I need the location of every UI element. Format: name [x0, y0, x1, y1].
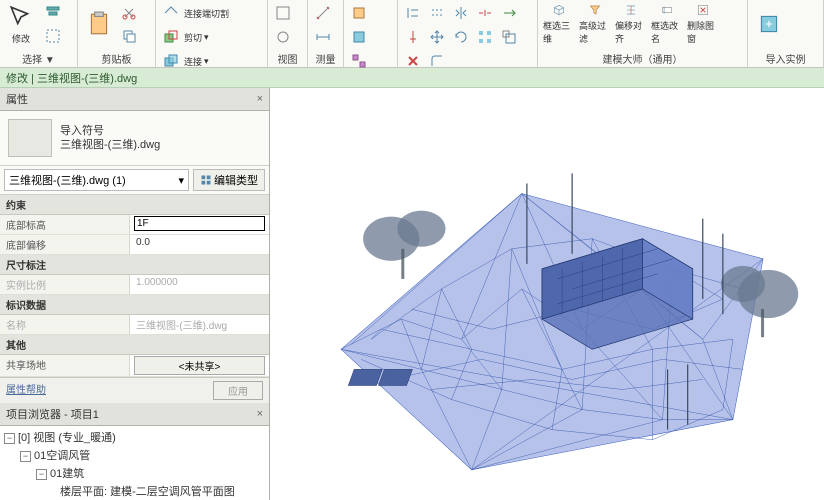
- advfilter-button[interactable]: 高级过滤: [578, 2, 612, 46]
- create-2-icon[interactable]: [348, 26, 370, 48]
- join-end-icon[interactable]: [160, 2, 182, 24]
- rename-button[interactable]: 框选改名: [650, 2, 684, 46]
- name-value: 三维视图-(三维).dwg: [134, 316, 229, 333]
- cut-icon[interactable]: [118, 2, 140, 24]
- properties-header[interactable]: 属性 ×: [0, 88, 269, 111]
- properties-help-link[interactable]: 属性帮助: [6, 381, 46, 400]
- type-selector[interactable]: 导入符号 三维视图-(三维).dwg: [0, 111, 269, 166]
- select-box-icon[interactable]: [42, 25, 64, 47]
- prop-category[interactable]: 尺寸标注: [0, 255, 269, 275]
- view-icon-1[interactable]: [272, 2, 294, 24]
- edit-type-button[interactable]: 编辑类型: [193, 169, 265, 191]
- prop-category[interactable]: 其他: [0, 335, 269, 355]
- copy-icon[interactable]: [118, 25, 140, 47]
- close-icon[interactable]: ×: [257, 93, 263, 105]
- base-level-input[interactable]: [134, 216, 265, 231]
- prop-category[interactable]: 约束: [0, 195, 269, 215]
- mod-split-icon[interactable]: [474, 2, 496, 24]
- mod-scale-icon[interactable]: [498, 26, 520, 48]
- instance-dropdown[interactable]: 三维视图-(三维).dwg (1)▾: [4, 169, 189, 191]
- delwindow-button[interactable]: 删除图窗: [686, 2, 720, 46]
- mod-align-icon[interactable]: [402, 2, 424, 24]
- import-instance-icon[interactable]: [752, 2, 786, 46]
- ribbon-group-label: 视图: [272, 50, 303, 67]
- 3d-viewport[interactable]: [270, 88, 824, 500]
- view-icon-2[interactable]: [272, 26, 294, 48]
- context-text: 修改 | 三维视图-(三维).dwg: [6, 70, 137, 86]
- close-icon[interactable]: ×: [257, 408, 263, 420]
- measure-icon[interactable]: [312, 2, 334, 24]
- base-offset-value[interactable]: 0.0: [134, 236, 152, 249]
- ribbon-toolbar: 修改 选择 ▼ 剪贴板 连接端切割 剪切▾ 连接▾ 几何图形: [0, 0, 824, 68]
- mod-array-icon[interactable]: [474, 26, 496, 48]
- mod-mirror-icon[interactable]: [450, 2, 472, 24]
- prop-category[interactable]: 标识数据: [0, 295, 269, 315]
- mod-pin-icon[interactable]: [402, 26, 424, 48]
- apply-button[interactable]: 应用: [213, 381, 263, 400]
- browser-header[interactable]: 项目浏览器 - 项目1 ×: [0, 403, 269, 426]
- paste-button[interactable]: [82, 2, 116, 46]
- ribbon-group-label: 测量: [312, 50, 339, 67]
- tree-item[interactable]: 01建筑: [50, 468, 84, 480]
- mod-move-icon[interactable]: [426, 26, 448, 48]
- project-browser-tree[interactable]: −[0] 视图 (专业_暖通) −01空调风管 −01建筑 楼层平面: 建模-二…: [0, 426, 269, 500]
- tree-toggle[interactable]: −: [4, 433, 15, 444]
- ribbon-group-label: 剪贴板: [82, 50, 151, 67]
- type-thumbnail: [8, 119, 52, 157]
- scale-value: 1.000000: [134, 276, 180, 289]
- ribbon-group-label[interactable]: 选择 ▼: [4, 50, 73, 67]
- tree-item[interactable]: 01空调风管: [34, 450, 90, 462]
- mod-offset-icon[interactable]: [426, 2, 448, 24]
- context-bar: 修改 | 三维视图-(三维).dwg: [0, 68, 824, 88]
- offsetalign-button[interactable]: 偏移对齐: [614, 2, 648, 46]
- dimension-icon[interactable]: [312, 26, 334, 48]
- properties-table: 约束 底部标高 底部偏移 0.0 尺寸标注 实例比例 1.000000 标识数据…: [0, 195, 269, 377]
- shared-site-button[interactable]: <未共享>: [134, 356, 265, 375]
- sel3d-button[interactable]: 框选三维: [542, 2, 576, 46]
- tree-item-views[interactable]: [0] 视图 (专业_暖通): [18, 432, 116, 444]
- create-1-icon[interactable]: [348, 2, 370, 24]
- mod-rotate-icon[interactable]: [450, 26, 472, 48]
- tree-item-floorplan[interactable]: 楼层平面: 建模-二层空调风管平面图: [60, 486, 235, 498]
- ribbon-group-label: 导入实例: [752, 50, 819, 67]
- tree-toggle[interactable]: −: [36, 469, 47, 480]
- mod-trim-icon[interactable]: [498, 2, 520, 24]
- filter-icon[interactable]: [42, 2, 64, 24]
- tree-toggle[interactable]: −: [20, 451, 31, 462]
- geom-cut-icon[interactable]: [160, 26, 182, 48]
- modify-button[interactable]: 修改: [4, 2, 38, 46]
- left-panel: 属性 × 导入符号 三维视图-(三维).dwg 三维视图-(三维).dwg (1…: [0, 88, 270, 500]
- ribbon-group-label: 建模大师（通用）: [542, 50, 743, 67]
